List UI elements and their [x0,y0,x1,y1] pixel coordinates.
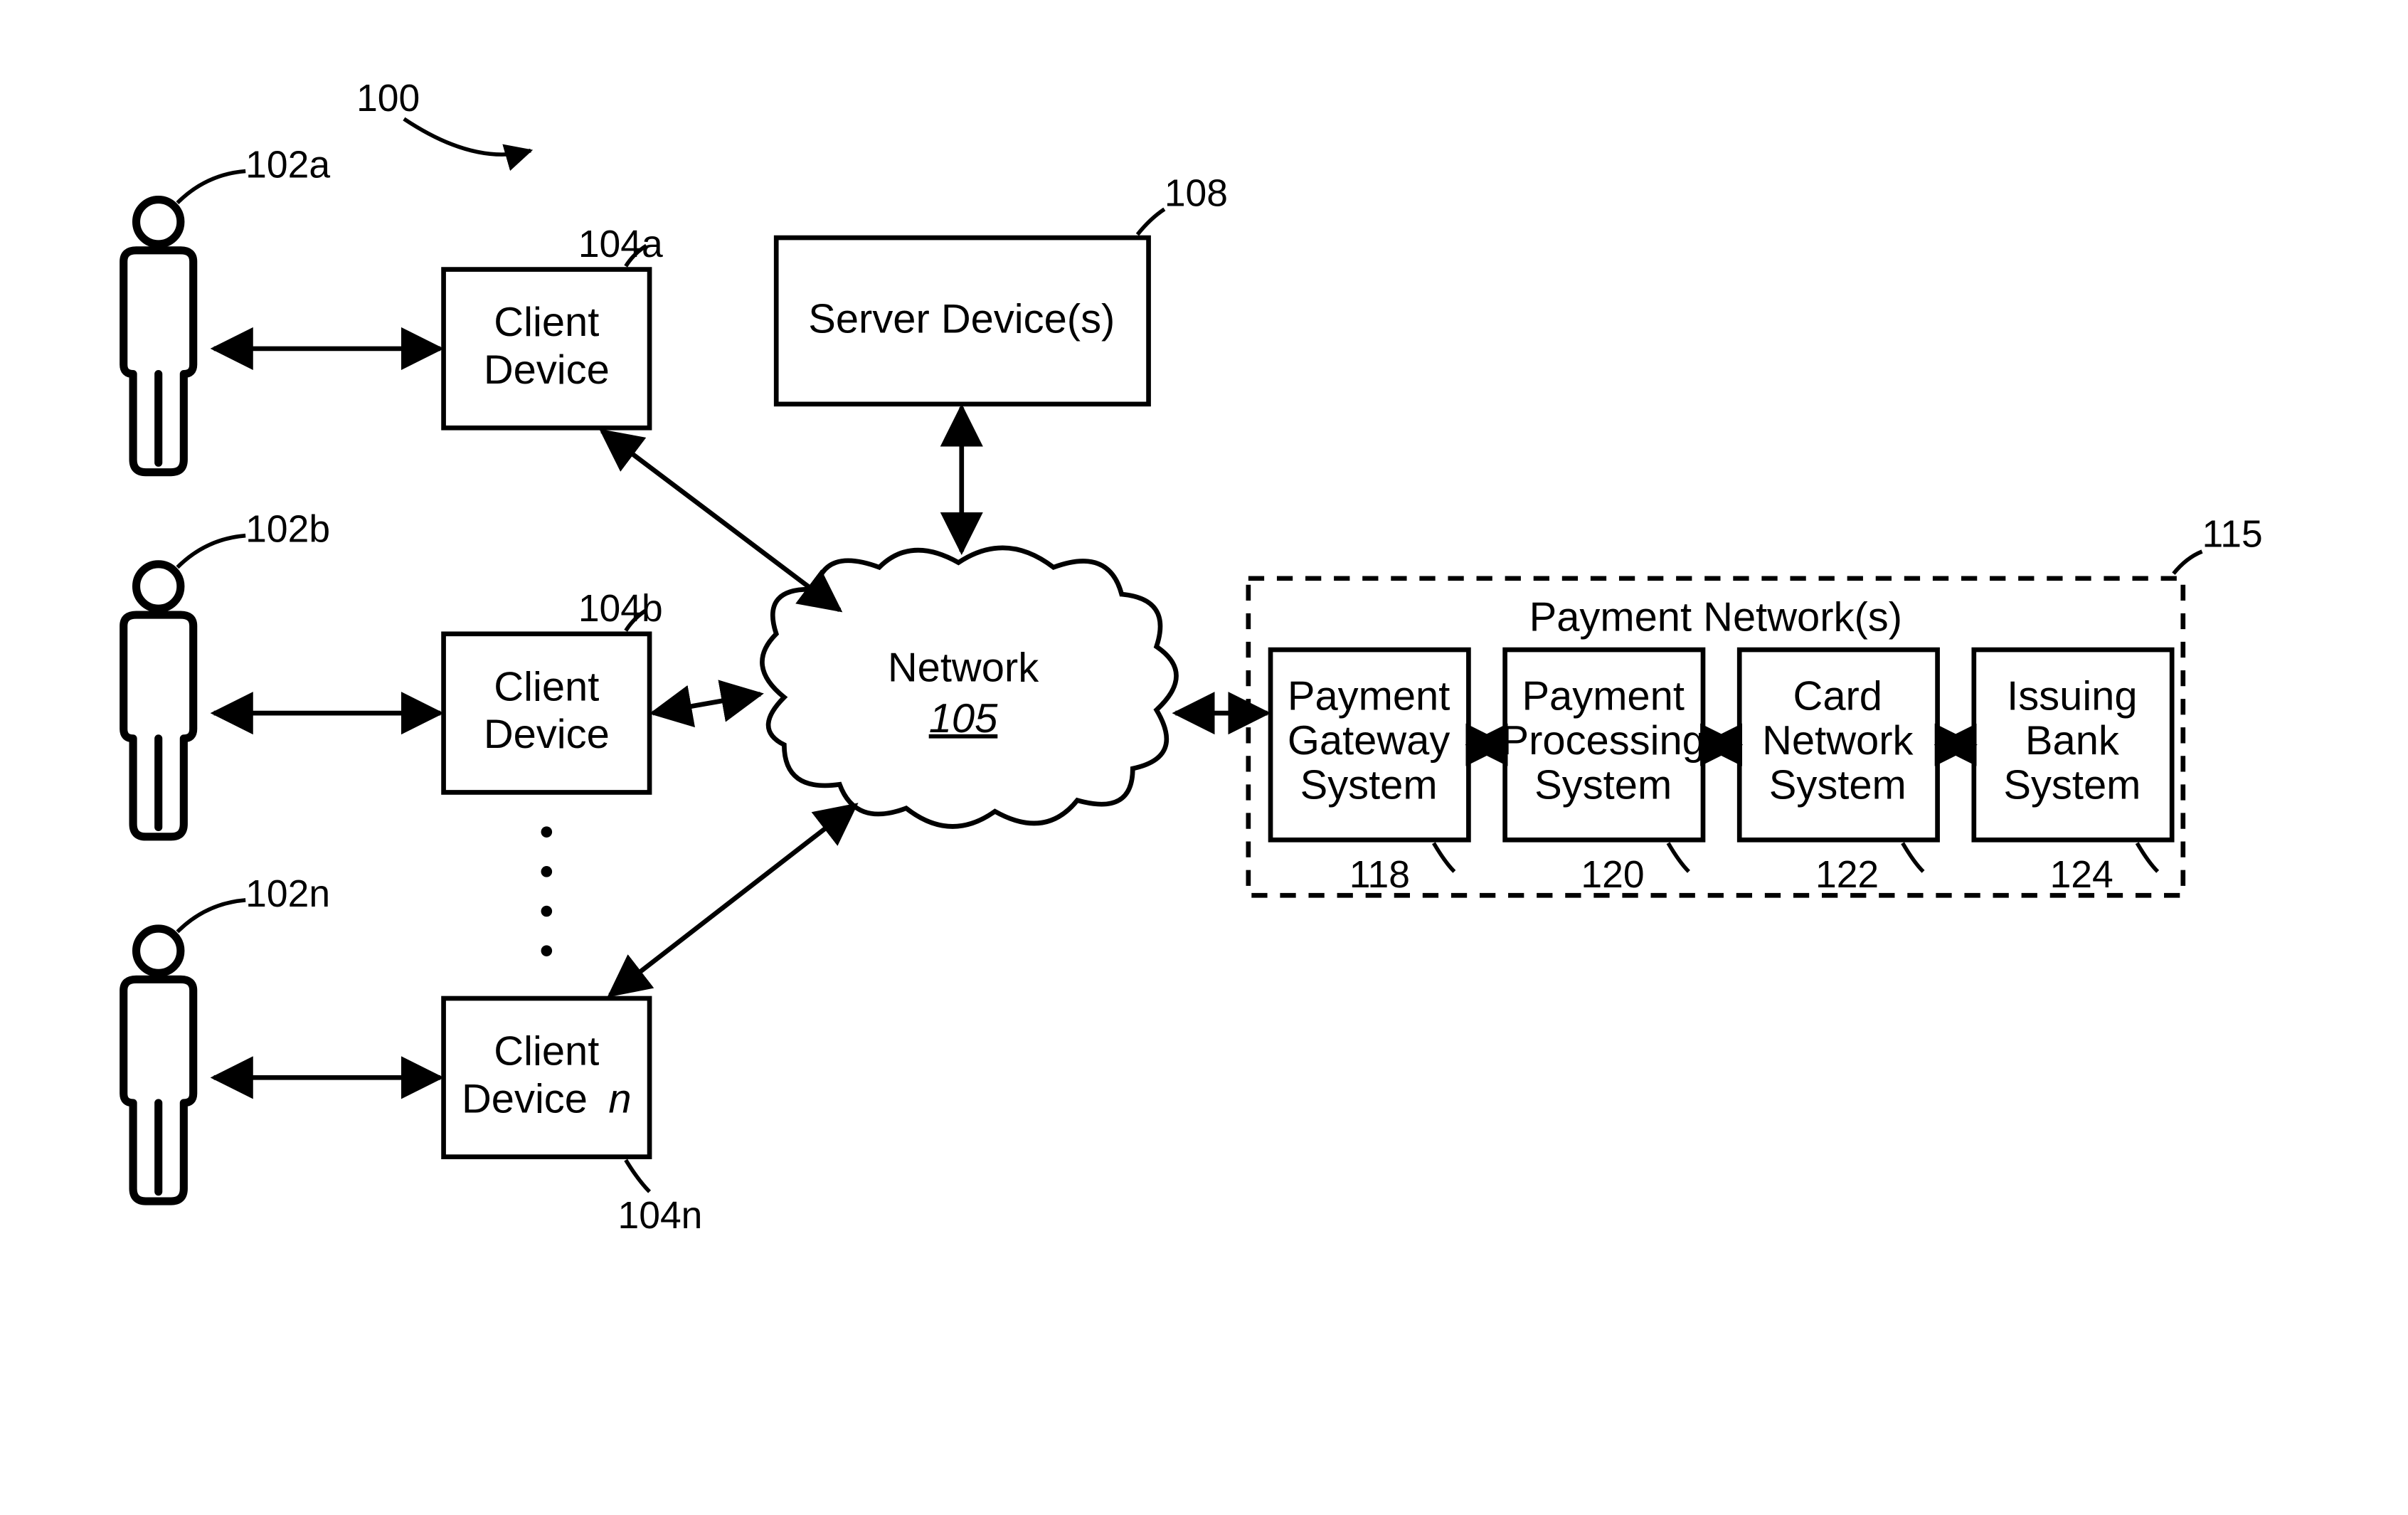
svg-text:Payment: Payment [1288,674,1450,719]
svg-text:Network: Network [1762,718,1914,764]
user-n: 102n [124,873,330,1201]
payment-network: Payment Network(s) 115 Payment Gateway S… [1248,513,2263,896]
svg-text:System: System [1534,762,1672,808]
client-device-n-suffix: n [608,1076,631,1121]
client-device-a: Client Device 104a [444,223,663,428]
client-device-b-line2: Device [484,712,610,757]
card-network-system: Card Network System 122 [1739,650,1937,896]
client-device-a-line2: Device [484,347,610,393]
network-ref: 105 [929,696,998,741]
network-cloud: Network 105 [762,548,1176,827]
issuing-bank-system: Issuing Bank System 124 [1974,650,2172,896]
svg-text:124: 124 [2050,854,2113,896]
figure-ref: 100 [356,78,531,154]
ellipsis-dots [541,826,553,956]
client-device-n-line1: Client [494,1029,599,1075]
client-device-b: Client Device 104b [444,588,663,793]
client-device-n: Client Device n 104n [444,998,703,1237]
svg-text:Bank: Bank [2025,718,2120,764]
payment-network-ref: 115 [2202,513,2262,555]
svg-text:System: System [1300,762,1438,808]
user-a: 102a [124,144,331,472]
svg-text:Gateway: Gateway [1288,718,1450,764]
client-device-b-ref: 104b [578,588,663,630]
figure-ref-label: 100 [356,78,420,120]
server-label: Server Device(s) [808,297,1115,342]
server-device: Server Device(s) 108 [776,173,1228,404]
client-device-n-ref: 104n [618,1195,703,1237]
payment-gateway-system: Payment Gateway System 118 [1271,650,1468,896]
client-device-a-ref: 104a [578,223,663,265]
user-b-ref: 102b [245,509,330,551]
svg-text:120: 120 [1581,854,1644,896]
user-a-ref: 102a [245,144,330,186]
svg-text:Processing: Processing [1502,718,1705,764]
svg-text:Issuing: Issuing [2007,674,2137,719]
svg-text:122: 122 [1815,854,1879,896]
payment-network-title: Payment Network(s) [1529,594,1902,640]
client-device-a-line1: Client [494,300,599,345]
svg-text:System: System [2003,762,2141,808]
svg-text:Card: Card [1793,674,1882,719]
svg-text:118: 118 [1349,854,1410,896]
server-ref: 108 [1165,173,1228,215]
user-b: 102b [124,509,330,837]
client-device-n-line2: Device [462,1076,588,1121]
network-line1: Network [888,645,1039,691]
user-n-ref: 102n [245,873,330,915]
svg-text:System: System [1769,762,1906,808]
svg-text:Payment: Payment [1522,674,1684,719]
payment-processing-system: Payment Processing System 120 [1502,650,1705,896]
client-device-b-line1: Client [494,664,599,709]
system-diagram: 100 102a 102b 102n Client Device 104a Cl… [0,0,2408,1378]
